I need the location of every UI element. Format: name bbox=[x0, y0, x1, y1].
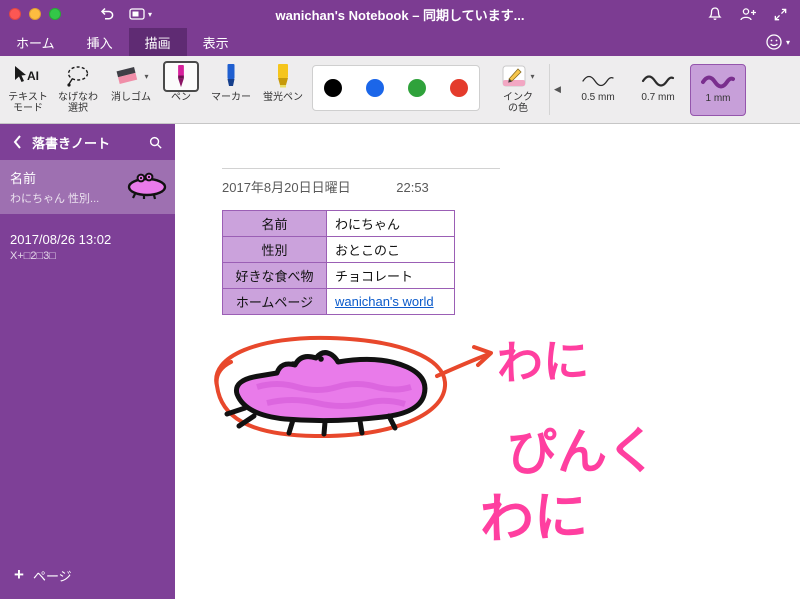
stroke-sample-icon bbox=[582, 75, 614, 87]
page-item-name[interactable]: 名前 わにちゃん 性別... bbox=[0, 160, 175, 214]
window-controls bbox=[9, 8, 61, 20]
thickness-option-05mm[interactable]: 0.5 mm bbox=[570, 64, 626, 116]
fullscreen-button[interactable] bbox=[773, 7, 788, 22]
handwriting-wani-1: わに bbox=[496, 334, 590, 389]
add-person-icon bbox=[740, 8, 756, 21]
page-thumbnail-croc bbox=[127, 172, 167, 200]
pen-button[interactable]: ペン bbox=[160, 60, 202, 103]
lasso-icon bbox=[67, 66, 89, 87]
highlighter-button[interactable]: 蛍光ペン bbox=[258, 62, 308, 103]
add-page-button[interactable]: + ページ bbox=[14, 565, 72, 585]
chevron-down-icon: ▾ bbox=[785, 37, 790, 47]
onenote-app: ▾ wanichan's Notebook – 同期しています... ホーム 挿… bbox=[0, 0, 800, 600]
thickness-scroll-left[interactable]: ◀ bbox=[554, 84, 561, 95]
ribbon-divider bbox=[549, 64, 550, 115]
zoom-window-button[interactable] bbox=[49, 8, 61, 20]
view-options-button[interactable]: ▾ bbox=[129, 7, 152, 21]
page-item-date[interactable]: 2017/08/26 13:02 X+□2□3□ bbox=[0, 224, 175, 270]
bell-icon bbox=[708, 7, 722, 20]
eraser-button[interactable]: ▾ 消しゴム bbox=[106, 62, 156, 103]
color-swatch-blue[interactable] bbox=[366, 79, 384, 97]
add-page-label: ページ bbox=[32, 568, 72, 584]
ribbon-tabbar: ホーム 挿入 描画 表示 ▾ bbox=[0, 28, 800, 56]
sidebar-header: 落書きノート bbox=[0, 124, 175, 160]
chevron-down-icon: ▾ bbox=[144, 71, 149, 81]
undo-icon bbox=[100, 7, 114, 20]
view-options-icon bbox=[129, 8, 145, 20]
ink-color-button[interactable]: ▾ インク の色 bbox=[492, 62, 544, 114]
page-title: 名前 bbox=[10, 171, 37, 186]
search-icon bbox=[149, 136, 162, 149]
tab-insert[interactable]: 挿入 bbox=[71, 28, 129, 56]
chevron-down-icon: ▾ bbox=[148, 9, 153, 19]
marker-button[interactable]: マーカー bbox=[206, 62, 256, 103]
color-swatch-black[interactable] bbox=[324, 79, 342, 97]
text-cursor-icon: AI bbox=[15, 66, 39, 83]
search-button[interactable] bbox=[148, 135, 163, 150]
eraser-icon bbox=[117, 67, 138, 84]
stroke-sample-icon bbox=[641, 75, 675, 87]
color-swatch-red[interactable] bbox=[450, 79, 468, 97]
ink-drawing: わに ぴんく わに bbox=[214, 334, 657, 550]
highlighter-icon bbox=[278, 64, 288, 88]
ink-arrow bbox=[435, 352, 491, 378]
tab-view[interactable]: 表示 bbox=[187, 28, 245, 56]
svg-text:AI: AI bbox=[27, 69, 39, 83]
minimize-window-button[interactable] bbox=[29, 8, 41, 20]
stroke-sample-icon bbox=[701, 75, 735, 89]
lasso-select-button[interactable]: なげなわ 選択 bbox=[54, 62, 102, 114]
pen-color-palette bbox=[312, 65, 480, 111]
ink-color-icon bbox=[502, 65, 526, 87]
thickness-option-07mm[interactable]: 0.7 mm bbox=[630, 64, 686, 116]
chevron-down-icon: ▾ bbox=[530, 71, 535, 81]
expand-icon bbox=[774, 8, 787, 20]
plus-icon: + bbox=[14, 565, 24, 584]
undo-button[interactable] bbox=[99, 6, 115, 22]
share-button[interactable] bbox=[739, 6, 757, 22]
ribbon-toolbar: AI テキスト モード なげなわ 選択 ▾ 消しゴム ペン マーカー 蛍光ペン … bbox=[0, 56, 800, 124]
note-canvas[interactable]: 2017年8月20日日曜日 22:53 名前 わにちゃん 性別 おとこのこ 好き… bbox=[175, 124, 800, 599]
page-title: 2017/08/26 13:02 bbox=[10, 232, 112, 247]
tab-draw[interactable]: 描画 bbox=[128, 28, 187, 56]
feedback-button[interactable]: ▾ bbox=[765, 28, 790, 56]
color-swatch-green[interactable] bbox=[408, 79, 426, 97]
thickness-option-1mm[interactable]: 1 mm bbox=[690, 64, 746, 116]
handwriting-wani-2: わに bbox=[479, 486, 589, 550]
back-button[interactable] bbox=[12, 134, 22, 150]
page-sidebar: 落書きノート 名前 わにちゃん 性別... 2017/08/26 13:02 X… bbox=[0, 124, 175, 599]
notifications-button[interactable] bbox=[707, 6, 723, 22]
smiley-icon bbox=[766, 34, 782, 50]
marker-icon bbox=[227, 64, 235, 86]
titlebar: ▾ wanichan's Notebook – 同期しています... bbox=[0, 0, 800, 28]
pen-icon bbox=[178, 64, 184, 87]
handwriting-pinku: ぴんく bbox=[506, 423, 657, 482]
chevron-left-icon bbox=[13, 135, 21, 149]
tab-home[interactable]: ホーム bbox=[0, 28, 71, 56]
close-window-button[interactable] bbox=[9, 8, 21, 20]
page-subtitle: X+□2□3□ bbox=[10, 250, 56, 262]
text-mode-button[interactable]: AI テキスト モード bbox=[4, 62, 52, 114]
notebook-section-title: 落書きノート bbox=[32, 135, 111, 151]
page-subtitle: わにちゃん 性別... bbox=[10, 193, 100, 205]
